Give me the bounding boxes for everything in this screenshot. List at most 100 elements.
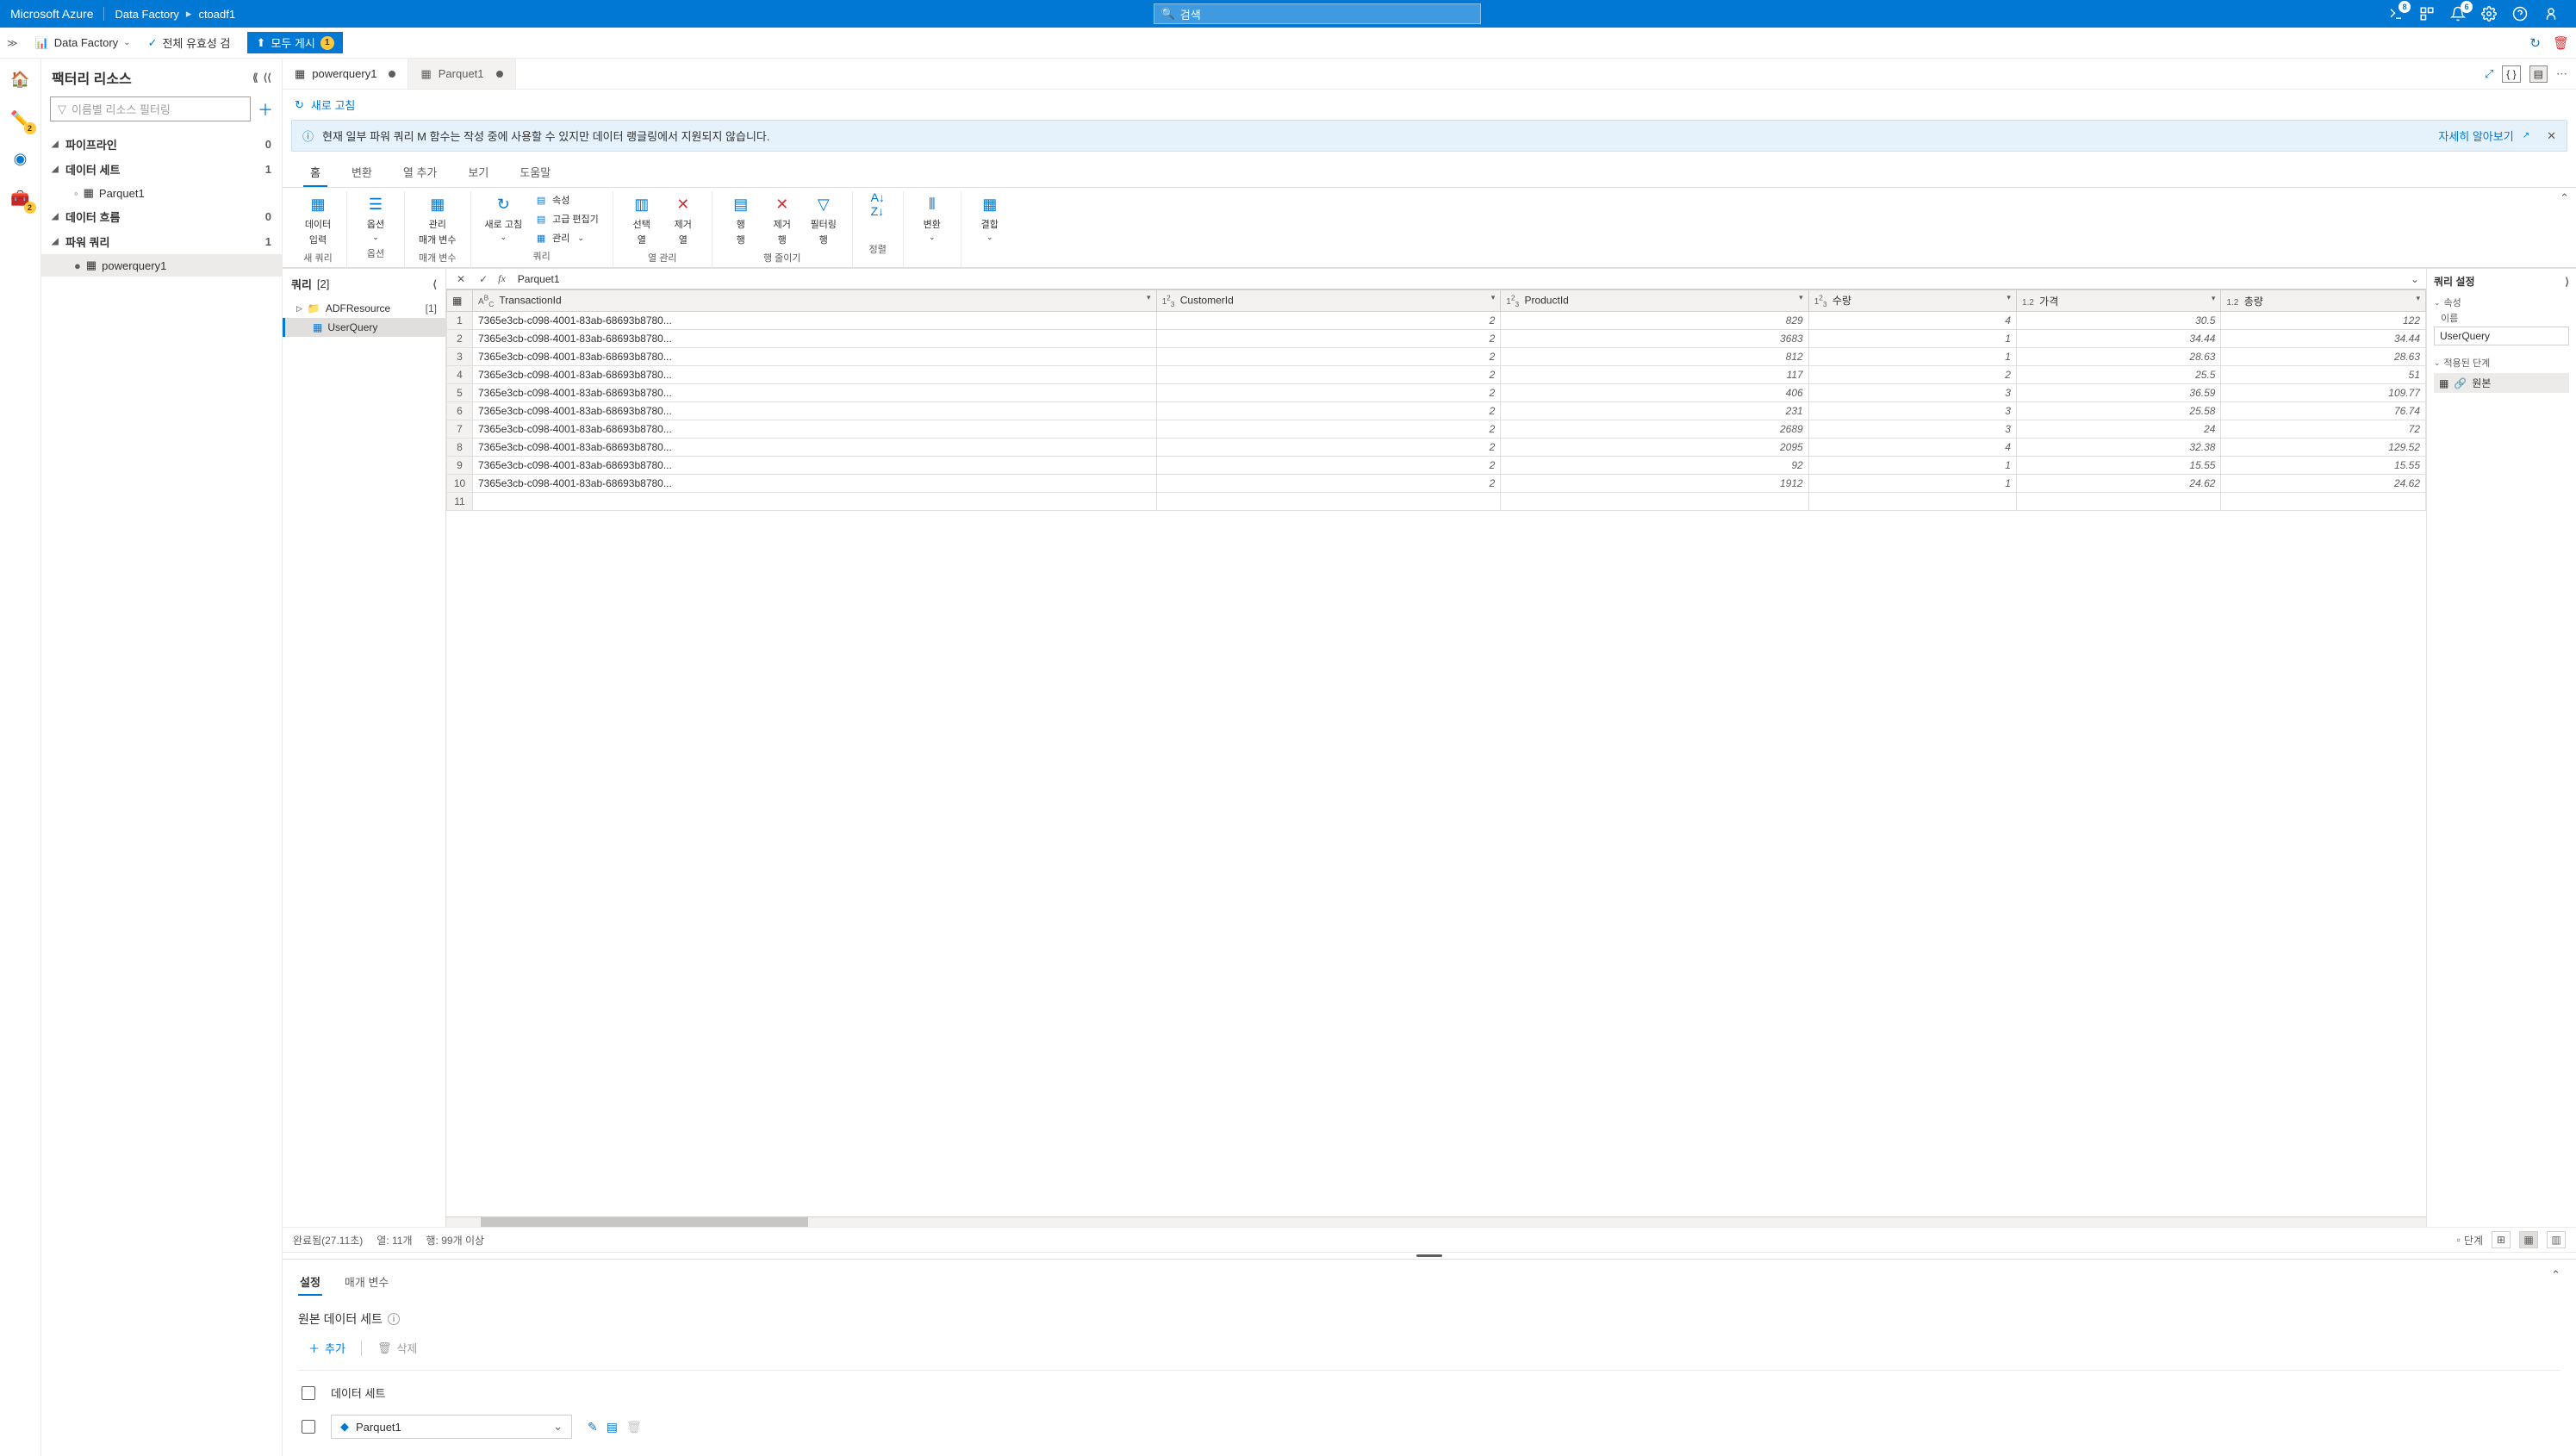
rail-monitor[interactable]: ◉ [7, 145, 34, 172]
expand-formula-icon[interactable]: ⌄ [2411, 273, 2419, 285]
options-button[interactable]: ☰ 옵션 ⌄ [358, 191, 394, 244]
transform-button[interactable]: ⫴ 변환 ⌄ [914, 191, 950, 244]
table-row[interactable]: 67365e3cb-c098-4001-83ab-68693b8780...22… [447, 402, 2426, 420]
tree-section-pipelines[interactable]: ◢ 파이프라인 0 [41, 132, 282, 157]
resource-filter-input[interactable]: ▽ 이름별 리소스 필터링 [50, 96, 251, 121]
data-grid[interactable]: ▦ABC TransactionId▾123 CustomerId▾123 Pr… [446, 289, 2426, 1216]
table-row[interactable]: 77365e3cb-c098-4001-83ab-68693b8780...22… [447, 420, 2426, 439]
schema-view-icon[interactable]: ▥ [2547, 1231, 2566, 1248]
json-braces-icon[interactable]: { } [2502, 65, 2520, 83]
column-header[interactable]: 1.2 총량▾ [2221, 290, 2426, 312]
column-header[interactable]: 1.2 가격▾ [2016, 290, 2221, 312]
table-row[interactable]: 11 [447, 493, 2426, 511]
table-row[interactable]: 97365e3cb-c098-4001-83ab-68693b8780...29… [447, 457, 2426, 475]
diagram-view-icon[interactable]: ⊞ [2492, 1231, 2511, 1248]
dataset-checkbox[interactable] [302, 1420, 315, 1434]
dataset-selector[interactable]: ◆ Parquet1 ⌄ [331, 1415, 572, 1439]
query-name-input[interactable]: UserQuery [2434, 327, 2569, 345]
open-dataset-icon[interactable]: ▤ [607, 1420, 618, 1434]
horizontal-scrollbar[interactable] [446, 1216, 2426, 1227]
applied-step-source[interactable]: ▦ 🔗 원본 [2434, 373, 2569, 393]
collapse-icon[interactable]: ⟨⟨ [264, 72, 271, 84]
cancel-formula-icon[interactable]: ✕ [453, 273, 469, 285]
manage-parameters-button[interactable]: ▦ 관리 매개 변수 [415, 191, 460, 248]
collapse-bottom-icon[interactable]: ⌃ [2551, 1268, 2560, 1295]
table-row[interactable]: 27365e3cb-c098-4001-83ab-68693b8780...23… [447, 330, 2426, 348]
column-header[interactable]: 123 ProductId▾ [1501, 290, 1808, 312]
remove-columns-button[interactable]: ✕ 제거 열 [665, 191, 701, 248]
sort-button[interactable]: A↓Z↓ [863, 191, 893, 217]
formula-input[interactable]: Parquet1 [513, 273, 2404, 285]
bottom-tab-parameters[interactable]: 매개 변수 [343, 1268, 390, 1295]
rail-manage[interactable]: 🧰2 [7, 184, 34, 212]
pqtab-addcolumn[interactable]: 열 추가 [388, 157, 453, 187]
table-row[interactable]: 107365e3cb-c098-4001-83ab-68693b8780...2… [447, 475, 2426, 493]
bottom-tab-settings[interactable]: 설정 [298, 1268, 322, 1295]
filter-rows-button[interactable]: ▽ 필터링 행 [806, 191, 842, 248]
query-folder-adfresource[interactable]: ▷ 📁 ADFResource [1] [283, 299, 445, 318]
learn-more-link[interactable]: 자세히 알아보기 [2438, 128, 2513, 144]
table-row[interactable]: 17365e3cb-c098-4001-83ab-68693b8780...28… [447, 312, 2426, 330]
rail-home[interactable]: 🏠 [7, 65, 34, 93]
cloud-shell-icon[interactable]: 8 [2388, 6, 2404, 22]
manage-button[interactable]: ▦관리⌄ [531, 229, 602, 246]
global-search[interactable]: 🔍 검색 [1154, 3, 1481, 24]
publish-all-button[interactable]: ⬆ 모두 게시 1 [247, 32, 342, 53]
add-dataset-button[interactable]: ＋추가 [308, 1340, 345, 1356]
step-view-button[interactable]: ▫단계 [2457, 1233, 2483, 1248]
code-view-icon[interactable]: ▤ [2529, 65, 2548, 83]
choose-columns-button[interactable]: ▥ 선택 열 [624, 191, 660, 248]
column-header[interactable]: 123 CustomerId▾ [1156, 290, 1501, 312]
grid-view-icon[interactable]: ▦ [2519, 1231, 2538, 1248]
pqtab-home[interactable]: 홈 [295, 157, 336, 187]
tab-powerquery1[interactable]: ▦ powerquery1 [283, 59, 408, 89]
notifications-icon[interactable]: 6 [2450, 6, 2466, 22]
select-all-checkbox[interactable] [302, 1386, 315, 1400]
tree-item-parquet1[interactable]: ◦ ▦ Parquet1 [41, 182, 282, 204]
keep-rows-button[interactable]: ▤ 행 행 [723, 191, 759, 248]
close-banner-icon[interactable]: ✕ [2538, 129, 2556, 143]
pqtab-help[interactable]: 도움말 [504, 157, 566, 187]
service-selector[interactable]: 📊 Data Factory ⌄ [35, 36, 131, 50]
commit-formula-icon[interactable]: ✓ [476, 273, 491, 285]
properties-button[interactable]: ▤속성 [531, 191, 602, 208]
column-header[interactable]: 123 수량▾ [1808, 290, 2016, 312]
collapse-ribbon-icon[interactable]: ⌃ [2560, 191, 2569, 205]
tab-parquet1[interactable]: ▦ Parquet1 [408, 59, 515, 89]
query-item-userquery[interactable]: ▦ UserQuery [283, 318, 445, 337]
tree-section-powerquery[interactable]: ◢ 파워 쿼리 1 [41, 229, 282, 254]
combine-button[interactable]: ▦ 결합 ⌄ [972, 191, 1008, 244]
delete-icon[interactable]: 🗑 [2553, 35, 2569, 51]
directory-icon[interactable] [2419, 6, 2435, 22]
tree-item-powerquery1[interactable]: ● ▦ powerquery1 [41, 254, 282, 277]
edit-dataset-icon[interactable]: ✎ [588, 1420, 598, 1434]
expand-nav-icon[interactable]: ≫ [7, 37, 18, 49]
table-row[interactable]: 47365e3cb-c098-4001-83ab-68693b8780...21… [447, 366, 2426, 384]
help-icon[interactable] [2512, 6, 2528, 22]
table-row[interactable]: 57365e3cb-c098-4001-83ab-68693b8780...24… [447, 384, 2426, 402]
settings-icon[interactable] [2481, 6, 2497, 22]
pqtab-transform[interactable]: 변환 [336, 157, 388, 187]
breadcrumb-item[interactable]: Data Factory [115, 8, 178, 21]
table-row[interactable]: 37365e3cb-c098-4001-83ab-68693b8780...28… [447, 348, 2426, 366]
column-header[interactable]: ABC TransactionId▾ [473, 290, 1157, 312]
breadcrumb-item[interactable]: ctoadf1 [198, 8, 235, 21]
pqtab-view[interactable]: 보기 [452, 157, 504, 187]
validate-all-button[interactable]: ✓ 전체 유효성 검 [148, 34, 231, 51]
resize-handle[interactable] [283, 1252, 2576, 1259]
expand-settings-icon[interactable]: ⟩ [2565, 276, 2569, 288]
collapse-queries-icon[interactable]: ⟨ [432, 278, 437, 290]
rail-author[interactable]: ✏️2 [7, 105, 34, 133]
tree-section-datasets[interactable]: ◢ 데이터 세트 1 [41, 157, 282, 182]
table-row[interactable]: 87365e3cb-c098-4001-83ab-68693b8780...22… [447, 439, 2426, 457]
more-icon[interactable]: ⋯ [2556, 67, 2567, 81]
feedback-icon[interactable] [2543, 6, 2559, 22]
expand-icon[interactable]: ⤢ [2485, 67, 2493, 81]
tree-section-dataflows[interactable]: ◢ 데이터 흐름 0 [41, 204, 282, 229]
pin-icon[interactable]: ⟪ [252, 72, 258, 84]
add-resource-button[interactable]: ＋ [258, 98, 273, 121]
refresh-preview-button[interactable]: ↻ 새로 고침 ⌄ [482, 191, 526, 244]
advanced-editor-button[interactable]: ▤고급 편집기 [531, 210, 602, 227]
refresh-icon[interactable]: ↻ [2529, 35, 2541, 51]
refresh-button[interactable]: 새로 고침 [311, 96, 355, 113]
